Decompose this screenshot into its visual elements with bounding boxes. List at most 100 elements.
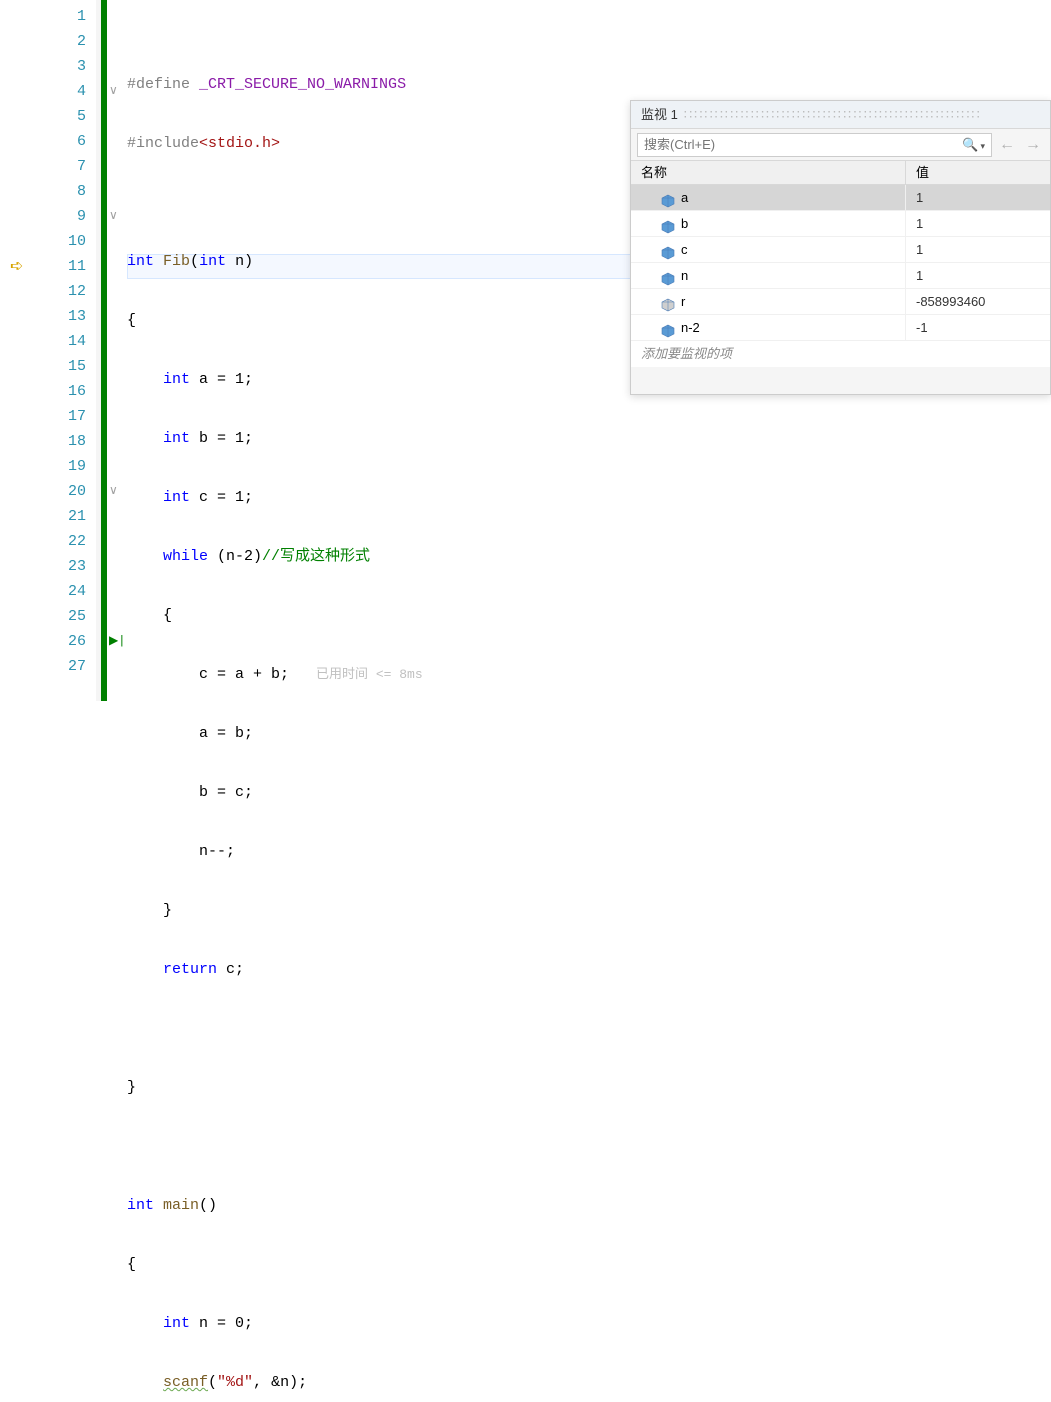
code-text: a = 1; xyxy=(190,371,253,388)
line-number[interactable]: 27 xyxy=(40,654,86,679)
line-number[interactable]: 26 xyxy=(40,629,86,654)
chevron-down-icon[interactable]: ▾ xyxy=(978,141,985,151)
line-number[interactable]: 21 xyxy=(40,504,86,529)
comment-token: //写成这种形式 xyxy=(262,548,370,565)
line-number[interactable]: 18 xyxy=(40,429,86,454)
perf-hint: 已用时间 <= 8ms xyxy=(316,667,423,682)
watch-row-value-cell[interactable]: 1 xyxy=(906,237,1050,262)
search-icon[interactable]: 🔍 xyxy=(962,137,978,152)
watch-window[interactable]: 监视 1∷∷∷∷∷∷∷∷∷∷∷∷∷∷∷∷∷∷∷∷∷∷∷∷∷∷∷∷∷ 🔍▾ ← →… xyxy=(630,100,1051,395)
line-number[interactable]: 20 xyxy=(40,479,86,504)
variable-icon xyxy=(661,321,675,335)
line-number[interactable]: 7 xyxy=(40,154,86,179)
watch-window-title-bar[interactable]: 监视 1∷∷∷∷∷∷∷∷∷∷∷∷∷∷∷∷∷∷∷∷∷∷∷∷∷∷∷∷∷ xyxy=(631,101,1050,129)
watch-var-name: b xyxy=(681,211,688,237)
line-number[interactable]: 2 xyxy=(40,29,86,54)
line-number[interactable]: 3 xyxy=(40,54,86,79)
watch-add-item-hint[interactable]: 添加要监视的项 xyxy=(631,341,1050,367)
line-number[interactable]: 25 xyxy=(40,604,86,629)
code-text: c = 1; xyxy=(190,489,253,506)
watch-row[interactable]: a1 xyxy=(631,185,1050,211)
line-number[interactable]: 5 xyxy=(40,104,86,129)
fold-toggle-icon[interactable]: ∨ xyxy=(109,479,118,504)
watch-var-name: a xyxy=(681,185,688,211)
watch-toolbar: 🔍▾ ← → xyxy=(631,129,1050,161)
watch-rows: a1b1c1n1r-858993460n-2-1 xyxy=(631,185,1050,341)
line-number-gutter[interactable]: 1 2 3 4 5 6 7 8 9 10 11 12 13 14 15 16 1… xyxy=(40,0,96,701)
include-token: <stdio.h> xyxy=(199,135,280,152)
watch-row[interactable]: b1 xyxy=(631,211,1050,237)
fold-toggle-icon[interactable]: ∨ xyxy=(109,204,118,229)
code-text: a = b; xyxy=(199,725,253,742)
code-text: n--; xyxy=(199,843,235,860)
line-number[interactable]: 8 xyxy=(40,179,86,204)
type-token: int xyxy=(127,253,154,270)
line-number[interactable]: 11 xyxy=(40,254,86,279)
type-token: int xyxy=(163,430,190,447)
watch-var-name: n-2 xyxy=(681,315,700,341)
watch-row-name-cell[interactable]: r xyxy=(631,289,906,314)
code-text: ( xyxy=(208,1374,217,1391)
watch-row-name-cell[interactable]: b xyxy=(631,211,906,236)
watch-col-value-header[interactable]: 值 xyxy=(906,161,1050,184)
code-text: (n-2) xyxy=(208,548,262,565)
run-marker-icon[interactable]: ▶| xyxy=(109,629,125,654)
watch-row-value-cell[interactable]: -858993460 xyxy=(906,289,1050,314)
line-number[interactable]: 15 xyxy=(40,354,86,379)
line-number[interactable]: 12 xyxy=(40,279,86,304)
variable-icon xyxy=(661,269,675,283)
brace-token: } xyxy=(163,902,172,919)
watch-row-value-cell[interactable]: 1 xyxy=(906,263,1050,288)
line-number[interactable]: 19 xyxy=(40,454,86,479)
watch-row-name-cell[interactable]: n-2 xyxy=(631,315,906,340)
watch-row[interactable]: n1 xyxy=(631,263,1050,289)
variable-icon xyxy=(661,191,675,205)
watch-row[interactable]: c1 xyxy=(631,237,1050,263)
watch-row[interactable]: n-2 -1 xyxy=(631,315,1050,341)
ident-token: n xyxy=(235,253,244,270)
macro-token: _CRT_SECURE_NO_WARNINGS xyxy=(199,76,406,93)
line-number[interactable]: 4 xyxy=(40,79,86,104)
watch-row-value-cell[interactable]: 1 xyxy=(906,185,1050,210)
line-number[interactable]: 9 xyxy=(40,204,86,229)
nav-back-button[interactable]: ← xyxy=(996,134,1018,156)
watch-row-name-cell[interactable]: n xyxy=(631,263,906,288)
line-number[interactable]: 22 xyxy=(40,529,86,554)
line-number[interactable]: 17 xyxy=(40,404,86,429)
line-number[interactable]: 6 xyxy=(40,129,86,154)
line-number[interactable]: 1 xyxy=(40,4,86,29)
type-token: int xyxy=(163,371,190,388)
watch-row-name-cell[interactable]: a xyxy=(631,185,906,210)
fold-gutter[interactable]: ∨ ∨ ∨ ▶| xyxy=(107,0,127,701)
variable-icon xyxy=(661,295,675,309)
type-token: int xyxy=(163,1315,190,1332)
watch-col-name-header[interactable]: 名称 xyxy=(631,161,906,184)
code-text: c; xyxy=(217,961,244,978)
fold-toggle-icon[interactable]: ∨ xyxy=(109,79,118,104)
line-number[interactable]: 13 xyxy=(40,304,86,329)
nav-forward-button[interactable]: → xyxy=(1022,134,1044,156)
line-number[interactable]: 14 xyxy=(40,329,86,354)
watch-search-input[interactable] xyxy=(644,137,844,152)
type-token: int xyxy=(199,253,226,270)
watch-search-box[interactable]: 🔍▾ xyxy=(637,133,992,157)
watch-row-value-cell[interactable]: 1 xyxy=(906,211,1050,236)
watch-var-name: n xyxy=(681,263,688,289)
watch-row[interactable]: r-858993460 xyxy=(631,289,1050,315)
keyword-token: while xyxy=(163,548,208,565)
execution-arrow-icon: ➪ xyxy=(10,256,23,276)
glyph-margin: ➪ xyxy=(0,0,40,701)
fn-token: main xyxy=(163,1197,199,1214)
line-number[interactable]: 24 xyxy=(40,579,86,604)
preproc-token: #define xyxy=(127,76,190,93)
line-number[interactable]: 10 xyxy=(40,229,86,254)
line-number[interactable]: 23 xyxy=(40,554,86,579)
watch-columns-header[interactable]: 名称 值 xyxy=(631,161,1050,185)
fn-token: Fib xyxy=(163,253,190,270)
watch-row-name-cell[interactable]: c xyxy=(631,237,906,262)
line-number[interactable]: 16 xyxy=(40,379,86,404)
keyword-token: return xyxy=(163,961,217,978)
watch-window-title: 监视 1 xyxy=(641,107,678,122)
watch-row-value-cell[interactable]: -1 xyxy=(906,315,1050,340)
type-token: int xyxy=(163,489,190,506)
